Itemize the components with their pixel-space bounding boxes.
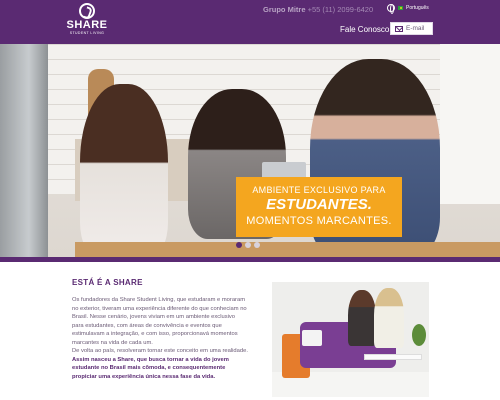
globe-icon	[387, 4, 395, 14]
students-photo	[272, 282, 429, 397]
carousel-dots	[236, 242, 260, 248]
contact-label: Fale Conosco:	[340, 25, 392, 34]
about-highlight: Assim nasceu a Share, que busca tornar a…	[72, 356, 229, 380]
purple-divider	[0, 257, 500, 262]
group-info: Grupo Mitre +55 (11) 2099-6420	[263, 5, 373, 14]
photo-coffee-table	[364, 354, 422, 360]
group-name: Grupo Mitre	[263, 5, 306, 14]
about-paragraph-2: De volta ao país, resolveram tornar este…	[72, 348, 248, 354]
email-placeholder: E-mail	[406, 25, 425, 32]
brazil-flag-icon	[398, 6, 403, 10]
header: SHARE STUDENT LIVING Grupo Mitre +55 (11…	[0, 0, 500, 44]
language-label: Português	[406, 5, 429, 11]
email-field[interactable]: E-mail	[390, 22, 433, 35]
banner-line-3: MOMENTOS MARCANTES.	[246, 215, 392, 227]
share-logo[interactable]: SHARE STUDENT LIVING	[62, 3, 112, 41]
photo-cushion	[302, 330, 322, 346]
carousel-dot-1[interactable]	[236, 242, 242, 248]
logo-name: SHARE	[66, 19, 108, 31]
photo-student-2	[374, 288, 404, 348]
hero-banner: AMBIENTE EXCLUSIVO PARA ESTUDANTES. MOME…	[236, 177, 402, 237]
share-logo-icon	[79, 3, 95, 19]
hero-counter	[75, 242, 500, 257]
hero-carousel[interactable]: AMBIENTE EXCLUSIVO PARA ESTUDANTES. MOME…	[0, 44, 500, 257]
hero-fridge	[0, 44, 48, 257]
about-paragraph: Os fundadores da Share Student Living, q…	[72, 297, 247, 346]
about-title: ESTÁ É A SHARE	[72, 278, 143, 287]
carousel-dot-3[interactable]	[254, 242, 260, 248]
mail-icon	[395, 25, 403, 32]
about-body: Os fundadores da Share Student Living, q…	[72, 296, 248, 381]
page: SHARE STUDENT LIVING Grupo Mitre +55 (11…	[0, 0, 500, 400]
phone-number: +55 (11) 2099-6420	[307, 5, 374, 14]
hero-window	[440, 44, 500, 204]
logo-subtitle: STUDENT LIVING	[69, 31, 105, 35]
photo-plant	[412, 324, 426, 346]
hero-student-1	[80, 84, 168, 257]
photo-student-1	[348, 290, 376, 346]
banner-line-1: AMBIENTE EXCLUSIVO PARA	[252, 185, 386, 195]
banner-line-2: ESTUDANTES.	[266, 196, 372, 213]
language-selector[interactable]: Português	[387, 4, 429, 14]
carousel-dot-2[interactable]	[245, 242, 251, 248]
